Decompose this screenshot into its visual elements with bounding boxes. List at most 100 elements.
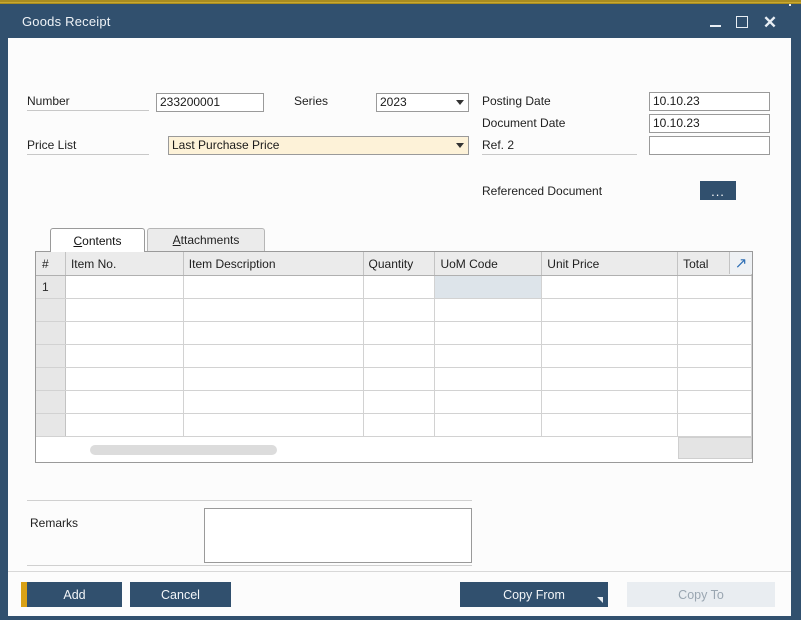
table-row[interactable]: 1 <box>36 276 752 299</box>
grid-header-quantity[interactable]: Quantity <box>363 252 436 275</box>
posting-date-field[interactable]: 10.10.23 <box>649 92 770 111</box>
remarks-textarea[interactable] <box>204 508 472 563</box>
grid-cell-quantity[interactable] <box>363 322 436 344</box>
grid-cell-item_no[interactable] <box>65 299 184 321</box>
grid-cell-item_description[interactable] <box>183 299 364 321</box>
maximize-button[interactable] <box>729 6 755 38</box>
referenced-document-browse-button[interactable]: ... <box>700 181 736 200</box>
grid-cell-unit_price[interactable] <box>542 391 679 413</box>
grid-cell-uom_code[interactable] <box>435 414 543 436</box>
cancel-button-label: Cancel <box>161 587 200 602</box>
table-row[interactable] <box>36 391 752 414</box>
ref-2-field[interactable] <box>649 136 770 155</box>
cancel-button[interactable]: Cancel <box>130 582 231 607</box>
tab-attachments-label: ttachments <box>180 233 240 247</box>
grid-cell-item_description[interactable] <box>183 322 364 344</box>
posting-date-label: Posting Date <box>482 94 551 108</box>
table-row[interactable] <box>36 368 752 391</box>
grid-cell-unit_price[interactable] <box>542 299 679 321</box>
window-top-accent-highlight <box>0 2 801 3</box>
grid-cell-unit_price[interactable] <box>542 276 679 298</box>
tab-contents-accel: C <box>73 233 83 248</box>
grid-cell-total[interactable] <box>678 276 752 298</box>
grid-cell-unit_price[interactable] <box>542 368 679 390</box>
title-bar[interactable]: Goods Receipt ✕ <box>8 6 791 38</box>
grid-cell-quantity[interactable] <box>363 276 436 298</box>
number-label: Number <box>27 94 149 111</box>
table-row[interactable] <box>36 299 752 322</box>
window-right-edge <box>791 4 801 620</box>
grid-cell-item_no[interactable] <box>65 414 184 436</box>
grid-cell-item_description[interactable] <box>183 345 364 367</box>
series-dropdown[interactable]: 2023 <box>376 93 469 112</box>
document-date-field[interactable]: 10.10.23 <box>649 114 770 133</box>
grid-header-unit_price[interactable]: Unit Price <box>542 252 679 275</box>
grid-cell-idx[interactable] <box>36 414 66 436</box>
grid-cell-quantity[interactable] <box>363 299 436 321</box>
grid-cell-item_description[interactable] <box>183 391 364 413</box>
tab-attachments[interactable]: Attachments <box>147 228 265 251</box>
grid-cell-uom_code[interactable] <box>435 391 543 413</box>
grid-cell-total[interactable] <box>678 299 752 321</box>
referenced-document-label: Referenced Document <box>482 184 603 198</box>
grid-cell-idx[interactable] <box>36 299 66 321</box>
chevron-down-icon <box>456 100 464 105</box>
grid-cell-item_no[interactable] <box>65 391 184 413</box>
tab-strip: Contents Attachments <box>35 228 753 252</box>
close-button[interactable]: ✕ <box>757 6 783 38</box>
grid-cell-uom_code[interactable] <box>435 345 543 367</box>
grid-cell-idx[interactable] <box>36 345 66 367</box>
grid-cell-total[interactable] <box>678 322 752 344</box>
grid-cell-quantity[interactable] <box>363 345 436 367</box>
maximize-icon <box>736 16 748 28</box>
price-list-dropdown[interactable]: Last Purchase Price <box>168 136 469 155</box>
grid-cell-quantity[interactable] <box>363 391 436 413</box>
grid-cell-item_no[interactable] <box>65 322 184 344</box>
grid-cell-item_no[interactable] <box>65 368 184 390</box>
grid-cell-idx[interactable] <box>36 322 66 344</box>
table-row[interactable] <box>36 345 752 368</box>
grid-cell-unit_price[interactable] <box>542 322 679 344</box>
desktop-background: Goods Receipt ✕ Number 233200001 Series … <box>0 0 801 620</box>
grid-cell-uom_code[interactable] <box>435 368 543 390</box>
line-items-grid[interactable]: # Item No. Item Description Quantity UoM Cod… <box>35 251 753 463</box>
grid-cell-uom_code[interactable] <box>435 299 543 321</box>
grid-cell-item_description[interactable] <box>183 414 364 436</box>
grid-body[interactable]: 1 <box>36 276 752 437</box>
grid-cell-quantity[interactable] <box>363 368 436 390</box>
grid-cell-item_description[interactable] <box>183 276 364 298</box>
grid-cell-uom_code[interactable] <box>435 322 543 344</box>
grid-cell-item_no[interactable] <box>65 276 184 298</box>
grid-cell-item_description[interactable] <box>183 368 364 390</box>
grid-cell-total[interactable] <box>678 391 752 413</box>
goods-receipt-window: Goods Receipt ✕ Number 233200001 Series … <box>8 6 791 616</box>
action-button-bar: Add Cancel Copy From Copy To <box>8 571 791 616</box>
number-field[interactable]: 233200001 <box>156 93 264 112</box>
expand-arrow-icon[interactable]: ↗ <box>729 252 752 274</box>
copy-from-button[interactable]: Copy From <box>460 582 608 607</box>
grid-cell-total[interactable] <box>678 368 752 390</box>
grid-cell-uom_code[interactable] <box>435 276 543 298</box>
grid-header-idx[interactable]: # <box>36 252 66 275</box>
grid-cell-unit_price[interactable] <box>542 345 679 367</box>
price-list-value: Last Purchase Price <box>172 138 280 152</box>
grid-horizontal-scrollbar-thumb[interactable] <box>90 445 277 455</box>
minimize-button[interactable] <box>702 6 728 38</box>
grid-cell-idx[interactable] <box>36 391 66 413</box>
grid-header-uom_code[interactable]: UoM Code <box>435 252 543 275</box>
grid-horizontal-scrollbar[interactable] <box>36 444 752 456</box>
ref-2-label: Ref. 2 <box>482 138 637 155</box>
grid-cell-quantity[interactable] <box>363 414 436 436</box>
grid-cell-total[interactable] <box>678 345 752 367</box>
grid-cell-item_no[interactable] <box>65 345 184 367</box>
grid-cell-unit_price[interactable] <box>542 414 679 436</box>
grid-cell-idx[interactable]: 1 <box>36 276 66 298</box>
add-button[interactable]: Add <box>21 582 122 607</box>
grid-header-item_description[interactable]: Item Description <box>183 252 364 275</box>
tab-contents[interactable]: Contents <box>50 228 145 252</box>
grid-cell-total[interactable] <box>678 414 752 436</box>
grid-cell-idx[interactable] <box>36 368 66 390</box>
table-row[interactable] <box>36 414 752 437</box>
grid-header-item_no[interactable]: Item No. <box>65 252 184 275</box>
table-row[interactable] <box>36 322 752 345</box>
